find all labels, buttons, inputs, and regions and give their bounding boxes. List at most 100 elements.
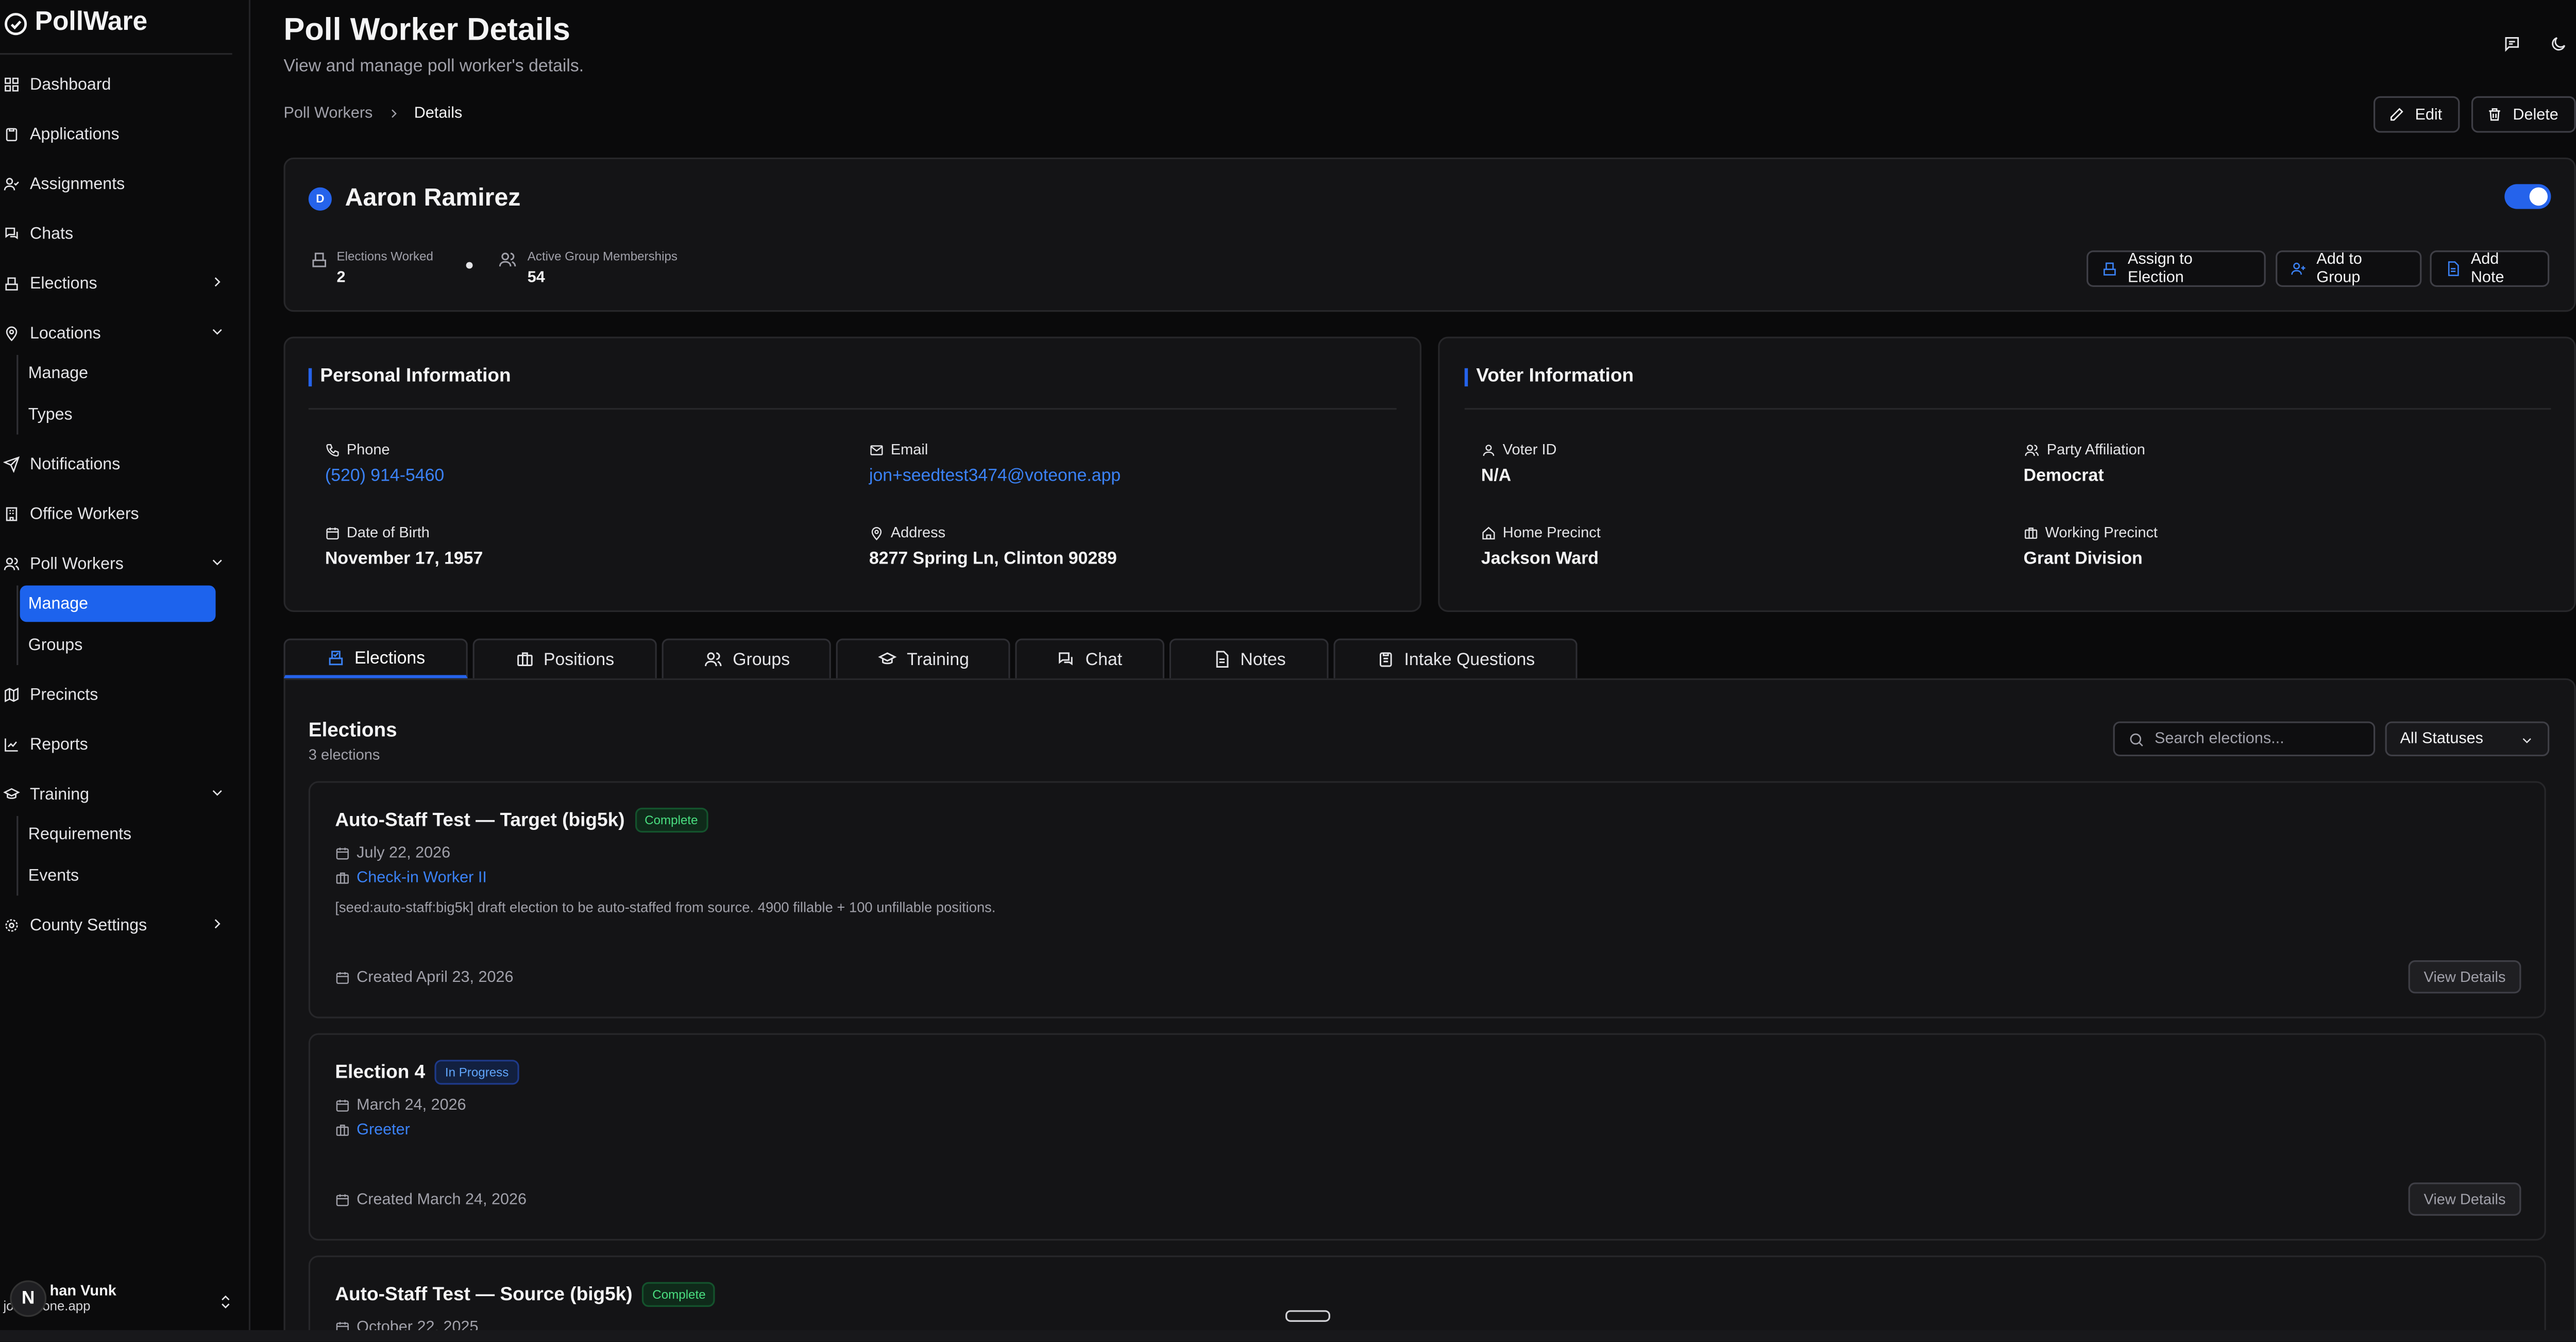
phone-link[interactable]: (520) 914-5460	[325, 466, 444, 486]
tab-notes[interactable]: Notes	[1169, 638, 1329, 678]
email-label-text: Email	[890, 441, 928, 458]
status-filter-select[interactable]: All Statuses	[2385, 721, 2550, 757]
sidebar-item-assignments[interactable]: Assignments	[0, 166, 235, 202]
sidebar-item-chats[interactable]: Chats	[0, 216, 235, 252]
view-details-button[interactable]: View Details	[2408, 1182, 2521, 1216]
chevrons-up-down-icon[interactable]	[217, 1292, 234, 1312]
app-root: PollWare Dashboard Applications Assignme…	[0, 0, 2576, 1342]
email-link[interactable]: jon+seedtest3474@voteone.app	[869, 466, 1121, 486]
add-to-group-button[interactable]: Add to Group	[2276, 250, 2422, 287]
sidebar-item-label: County Settings	[29, 916, 147, 935]
sidebar-item-office-workers[interactable]: Office Workers	[0, 496, 235, 533]
position-link[interactable]: Greeter	[357, 1121, 410, 1139]
sidebar-subitem-training-events[interactable]: Events	[20, 857, 216, 894]
sidebar-item-notifications[interactable]: Notifications	[0, 446, 235, 483]
sidebar-subitem-locations-manage[interactable]: Manage	[20, 355, 216, 392]
search-box[interactable]	[2113, 721, 2376, 757]
sidebar-item-label: Chats	[29, 225, 74, 243]
election-created-text: Created April 23, 2026	[357, 969, 514, 987]
election-title[interactable]: Auto-Staff Test — Source (big5k) Complet…	[335, 1282, 716, 1307]
election-position: Check-in Worker II	[335, 869, 487, 887]
tab-label: Training	[907, 649, 969, 670]
breadcrumb-poll-workers[interactable]: Poll Workers	[284, 105, 373, 123]
briefcase-icon	[517, 652, 532, 666]
brand-name: PollWare	[35, 8, 148, 37]
section-divider	[308, 407, 1397, 410]
users-icon	[4, 557, 20, 570]
status-badge: In Progress	[435, 1060, 519, 1085]
assign-label: Assign to Election	[2127, 250, 2193, 287]
chevron-down-icon	[212, 790, 222, 796]
sidebar-item-label: Office Workers	[29, 505, 139, 523]
submenu-line	[16, 354, 19, 435]
election-date-text: July 22, 2026	[357, 844, 451, 863]
sidebar-item-county-settings[interactable]: County Settings	[0, 907, 235, 944]
election-created: Created April 23, 2026	[335, 969, 514, 987]
sidebar-item-label: Reports	[29, 735, 88, 754]
sidebar-item-training[interactable]: Training	[0, 776, 235, 813]
submenu-line	[16, 816, 19, 896]
delete-button[interactable]: Delete	[2471, 96, 2576, 133]
stat-label-groups: Active Group Memberships	[527, 248, 677, 264]
calendar-icon	[326, 526, 339, 539]
personal-info-title-text: Personal Information	[320, 366, 511, 387]
breadcrumb: Poll Workers Details	[284, 105, 463, 123]
map-pin-icon	[6, 326, 18, 342]
active-toggle[interactable]	[2504, 184, 2551, 209]
sidebar-item-applications[interactable]: Applications	[0, 116, 235, 152]
tab-training[interactable]: Training	[836, 638, 1010, 678]
moon-icon[interactable]	[2549, 35, 2567, 53]
election-name: Election 4	[335, 1062, 426, 1082]
working-precinct-label-text: Working Precinct	[2045, 524, 2158, 541]
calendar-icon	[336, 847, 349, 860]
tab-elections[interactable]: Elections	[283, 638, 468, 678]
add-note-button[interactable]: Add Note	[2430, 250, 2550, 287]
tab-intake-questions[interactable]: Intake Questions	[1333, 638, 1578, 678]
page-subtitle: View and manage poll worker's details.	[283, 56, 584, 77]
sidebar-item-precincts[interactable]: Precincts	[0, 677, 235, 714]
election-date: March 24, 2026	[335, 1096, 466, 1114]
sidebar-subitem-poll-workers-groups[interactable]: Groups	[20, 627, 216, 664]
search-input[interactable]	[2155, 729, 2354, 748]
users-icon	[2025, 444, 2039, 455]
phone-label-text: Phone	[346, 441, 390, 458]
elections-title: Elections	[308, 718, 397, 742]
election-title[interactable]: Auto-Staff Test — Target (big5k) Complet…	[335, 807, 708, 833]
sidebar-item-locations[interactable]: Locations	[0, 315, 235, 352]
position-link[interactable]: Check-in Worker II	[357, 869, 487, 887]
sidebar-item-elections[interactable]: Elections	[0, 265, 235, 302]
user-menu[interactable]: N han Vunk jo voteone.app	[3, 1280, 116, 1317]
clipboard-list-icon	[1379, 652, 1392, 667]
trash-icon	[2489, 108, 2500, 121]
map-icon	[5, 687, 19, 703]
sidebar-subitem-poll-workers-manage[interactable]: Manage	[20, 585, 216, 622]
party-badge: D	[308, 187, 332, 211]
brand[interactable]: PollWare	[3, 8, 147, 38]
edit-label: Edit	[2415, 105, 2443, 124]
election-name: Auto-Staff Test — Target (big5k)	[335, 810, 625, 830]
message-square-icon[interactable]	[2503, 35, 2521, 53]
worker-name: Aaron Ramirez	[345, 184, 521, 213]
chat-icon	[1059, 652, 1074, 666]
chevron-down-icon	[212, 329, 222, 335]
sidebar-subitem-locations-types[interactable]: Types	[20, 396, 216, 433]
sidebar-item-reports[interactable]: Reports	[0, 726, 235, 763]
sidebar-item-label: Dashboard	[29, 75, 111, 94]
tab-positions[interactable]: Positions	[472, 638, 657, 678]
calendar-icon	[336, 972, 349, 984]
election-date-text: March 24, 2026	[357, 1096, 466, 1115]
sidebar-subitem-training-requirements[interactable]: Requirements	[20, 816, 216, 853]
sidebar-item-poll-workers[interactable]: Poll Workers	[0, 546, 235, 582]
view-details-button[interactable]: View Details	[2408, 960, 2521, 994]
election-title[interactable]: Election 4 In Progress	[335, 1060, 519, 1085]
sidebar-item-dashboard[interactable]: Dashboard	[0, 66, 235, 103]
voter-id-label-text: Voter ID	[1502, 441, 1557, 458]
chevron-down-icon	[2522, 738, 2531, 743]
election-card[interactable]	[308, 1033, 2546, 1241]
assign-to-election-button[interactable]: Assign to Election	[2087, 250, 2266, 287]
tab-groups[interactable]: Groups	[662, 638, 831, 678]
edit-button[interactable]: Edit	[2373, 96, 2460, 133]
horizontal-scrollbar[interactable]	[0, 1330, 2576, 1342]
drag-handle[interactable]	[1285, 1310, 1330, 1322]
tab-chat[interactable]: Chat	[1015, 638, 1165, 678]
